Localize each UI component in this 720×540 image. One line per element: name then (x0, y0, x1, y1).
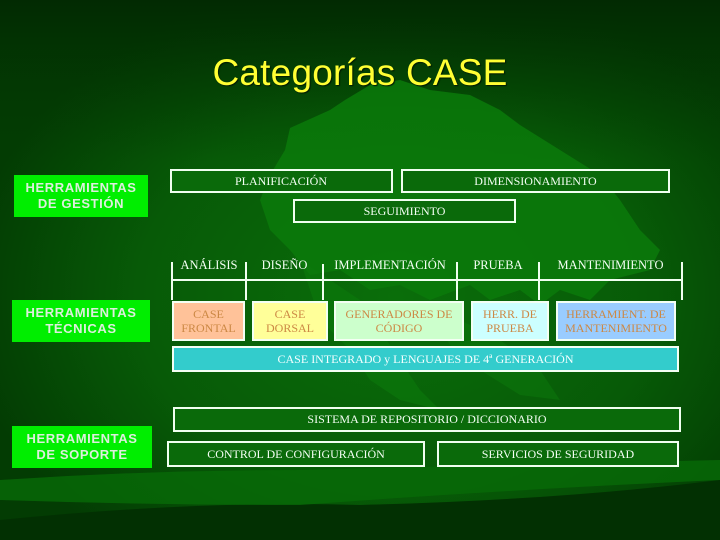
category-technical: HERRAMIENTAS TÉCNICAS (12, 300, 150, 342)
phase-analysis: ANÁLISIS (180, 258, 238, 272)
tracking-label: SEGUIMIENTO (363, 203, 446, 218)
phase-maintenance: MANTENIMIENTO (557, 258, 664, 272)
sizing-label: DIMENSIONAMIENTO (474, 173, 597, 188)
phase-design: DISEÑO (261, 258, 308, 272)
category-management: HERRAMIENTAS DE GESTIÓN (14, 175, 148, 217)
integrated-case-bar: CASE INTEGRADO y LENGUAJES DE 4ª GENERAC… (172, 346, 679, 372)
tool-maintenance: HERRAMIENT. DE MANTENIMIENTO (556, 301, 676, 341)
tool-testing-line2: PRUEBA (486, 321, 534, 335)
config-control-box: CONTROL DE CONFIGURACIÓN (167, 441, 425, 467)
tool-testing-line1: HERR. DE (483, 307, 537, 321)
tool-maintenance-line1: HERRAMIENT. DE (566, 307, 666, 321)
tool-front-case-line1: CASE (193, 307, 224, 321)
sizing-box: DIMENSIONAMIENTO (401, 169, 670, 193)
tool-code-generators-line2: CÓDIGO (375, 321, 423, 335)
tool-back-case-line1: CASE (274, 307, 306, 321)
phase-testing: PRUEBA (473, 258, 523, 272)
category-management-line1: HERRAMIENTAS (25, 180, 137, 195)
integrated-case-label: CASE INTEGRADO y LENGUAJES DE 4ª GENERAC… (277, 351, 574, 366)
category-technical-line1: HERRAMIENTAS (25, 305, 137, 320)
tool-code-generators: GENERADORES DE CÓDIGO (334, 301, 464, 341)
tool-front-case-line2: FRONTAL (181, 321, 236, 335)
planning-label: PLANIFICACIÓN (235, 173, 328, 188)
planning-box: PLANIFICACIÓN (170, 169, 393, 193)
slide-title: Categorías CASE (212, 52, 508, 93)
phase-divider (681, 262, 683, 300)
tool-front-case: CASE FRONTAL (172, 301, 245, 341)
repository-box: SISTEMA DE REPOSITORIO / DICCIONARIO (173, 407, 681, 432)
category-support-line1: HERRAMIENTAS (26, 431, 138, 446)
repository-label: SISTEMA DE REPOSITORIO / DICCIONARIO (307, 412, 547, 426)
phase-axis-line (171, 279, 683, 281)
config-control-label: CONTROL DE CONFIGURACIÓN (207, 446, 385, 461)
category-support: HERRAMIENTAS DE SOPORTE (12, 426, 152, 468)
category-technical-line2: TÉCNICAS (45, 321, 117, 336)
tool-code-generators-line1: GENERADORES DE (345, 307, 453, 321)
security-services-label: SERVICIOS DE SEGURIDAD (481, 446, 635, 461)
category-management-line2: DE GESTIÓN (37, 196, 125, 211)
security-services-box: SERVICIOS DE SEGURIDAD (437, 441, 679, 467)
tracking-box: SEGUIMIENTO (293, 199, 516, 223)
tool-back-case-line2: DORSAL (265, 321, 314, 335)
phase-implementation: IMPLEMENTACIÓN (334, 258, 446, 272)
category-support-line2: DE SOPORTE (36, 447, 128, 462)
tool-testing: HERR. DE PRUEBA (471, 301, 549, 341)
tool-back-case: CASE DORSAL (252, 301, 328, 341)
tool-maintenance-line2: MANTENIMIENTO (565, 321, 667, 335)
